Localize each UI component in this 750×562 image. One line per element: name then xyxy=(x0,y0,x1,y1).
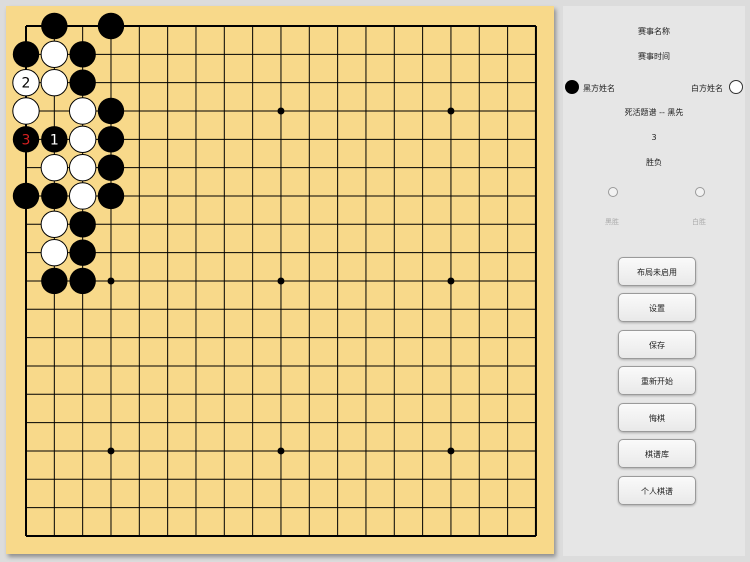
side-panel: 赛事名称 赛事时间 黑方姓名 白方姓名 死活题谱 -- 黑先 3 胜负 黑胜 白… xyxy=(563,6,745,556)
white-stone xyxy=(12,97,40,125)
black-stone xyxy=(69,211,96,238)
white-win-radio[interactable] xyxy=(695,187,705,197)
black-stone xyxy=(69,69,96,96)
star-point xyxy=(447,277,455,285)
star-point xyxy=(447,107,455,115)
save-button[interactable]: 保存 xyxy=(618,330,696,359)
black-stone xyxy=(69,41,96,68)
black-stone xyxy=(97,182,125,210)
white-stone xyxy=(68,97,97,125)
move-number-label: 1 xyxy=(50,132,59,148)
white-stone xyxy=(40,40,69,69)
layout-disabled-button[interactable]: 布局未启用 xyxy=(618,257,696,286)
white-stone xyxy=(68,125,97,154)
black-stone xyxy=(69,267,96,295)
white-stone xyxy=(40,238,69,267)
star-point xyxy=(277,447,285,455)
star-point xyxy=(107,277,115,285)
star-point xyxy=(107,447,115,455)
white-stone-icon xyxy=(729,80,743,94)
black-stone xyxy=(41,182,68,210)
settings-button[interactable]: 设置 xyxy=(618,293,696,322)
black-stone xyxy=(12,182,40,210)
star-point xyxy=(277,107,285,115)
black-stone xyxy=(97,154,125,181)
move-number-label: 2 xyxy=(22,76,31,92)
white-stone xyxy=(68,153,97,182)
black-stone xyxy=(97,126,125,153)
white-win-label: 白胜 xyxy=(692,218,706,226)
personal-records-button[interactable]: 个人棋谱 xyxy=(618,476,696,505)
black-stone xyxy=(97,97,125,125)
black-stone xyxy=(41,267,68,295)
black-win-label: 黑胜 xyxy=(605,218,619,226)
white-stone xyxy=(40,68,69,97)
black-stone xyxy=(97,12,125,40)
black-stone-icon xyxy=(565,80,579,94)
board-grid[interactable]: 2 3 1 xyxy=(6,6,554,554)
white-player-name: 白方姓名 xyxy=(691,84,723,93)
event-name: 赛事名称 xyxy=(638,27,670,36)
restart-button[interactable]: 重新开始 xyxy=(618,366,696,395)
black-stone xyxy=(41,12,68,40)
star-point xyxy=(447,447,455,455)
event-time: 赛事时间 xyxy=(638,52,670,61)
undo-button[interactable]: 悔棋 xyxy=(618,403,696,432)
game-library-button[interactable]: 棋谱库 xyxy=(618,439,696,468)
star-point xyxy=(277,277,285,285)
result-label: 胜负 xyxy=(646,158,662,167)
white-stone xyxy=(40,153,69,182)
black-stone xyxy=(69,239,96,266)
move-number-label: 3 xyxy=(22,132,31,148)
go-board[interactable]: 2 3 1 xyxy=(6,6,554,554)
black-player-name: 黑方姓名 xyxy=(583,84,615,93)
move-count: 3 xyxy=(651,133,657,142)
black-stone xyxy=(12,41,40,68)
white-stone xyxy=(40,210,69,239)
problem-title: 死活题谱 -- 黑先 xyxy=(624,108,684,117)
black-win-radio[interactable] xyxy=(608,187,618,197)
white-stone xyxy=(68,182,97,210)
